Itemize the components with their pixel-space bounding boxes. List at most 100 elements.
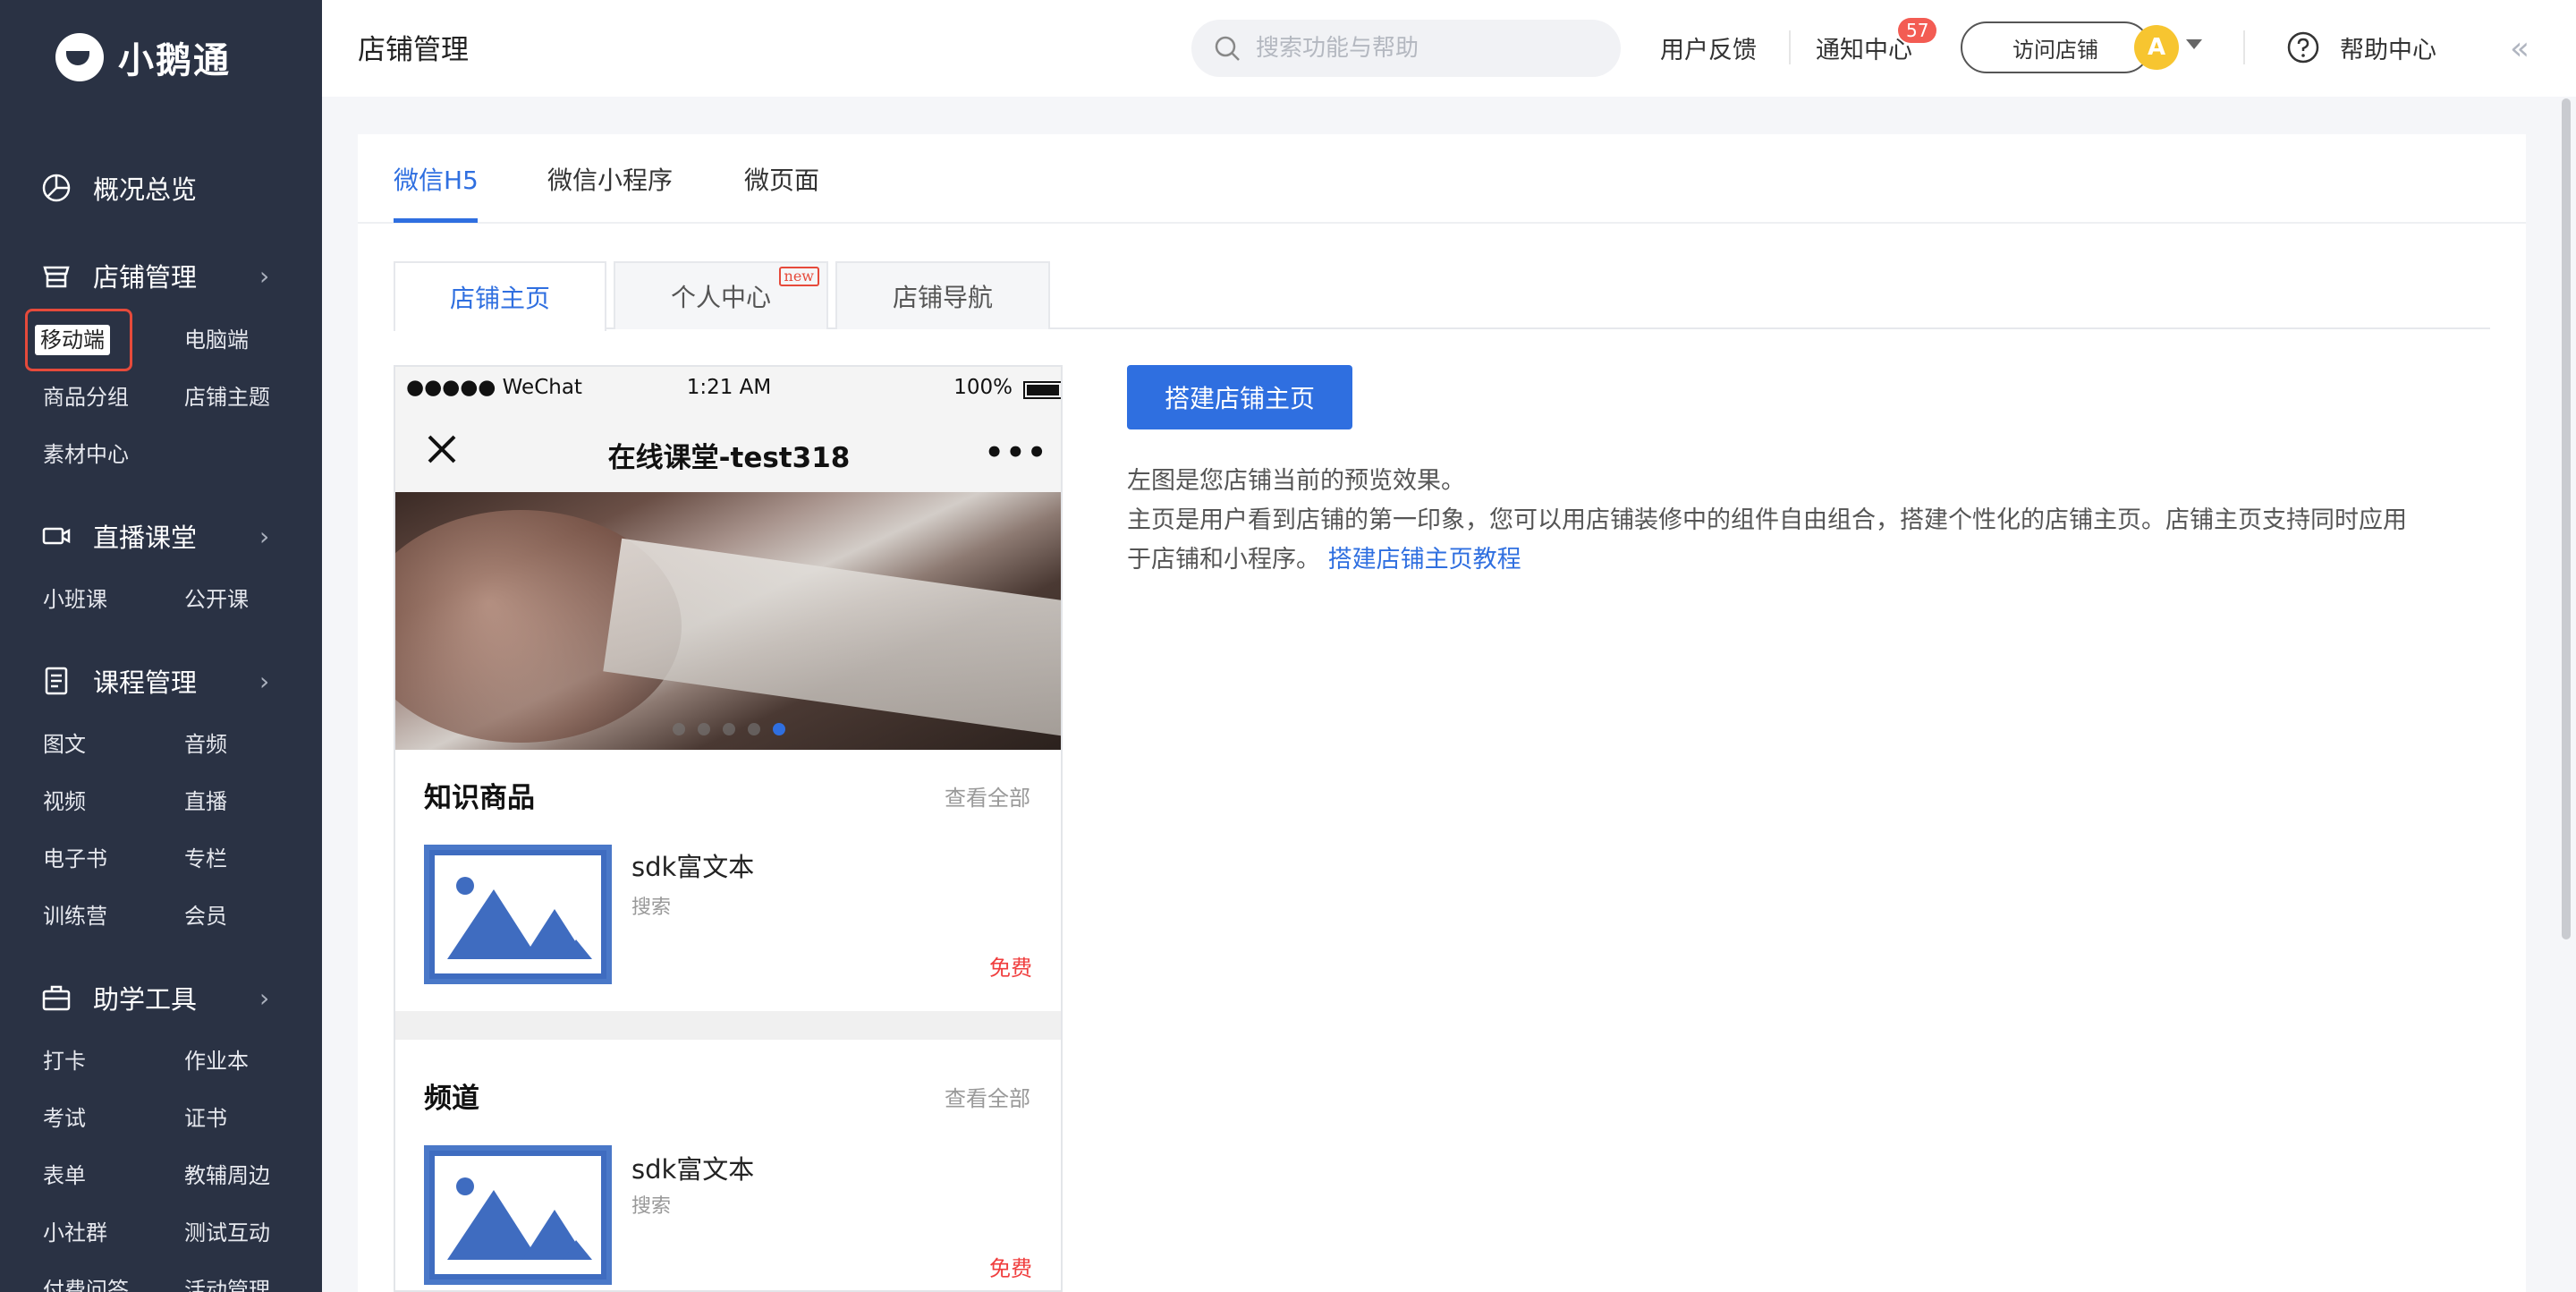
sidebar-item-small-class[interactable]: 小班课	[43, 584, 107, 615]
sidebar-item-membership[interactable]: 会员	[184, 901, 227, 931]
camera-icon	[41, 521, 72, 551]
notification-center-link[interactable]: 通知中心	[1816, 30, 1912, 65]
notification-badge: 57	[1898, 18, 1937, 43]
help-center-link[interactable]: 帮助中心	[2340, 30, 2436, 65]
chevron-right-icon: ›	[259, 521, 270, 551]
top-bar: 店铺管理 用户反馈 通知中心 57 访问店铺 A 帮助中心 «	[322, 0, 2576, 97]
help-icon[interactable]	[2286, 30, 2320, 64]
tutorial-link[interactable]: 搭建店铺主页教程	[1328, 546, 1521, 574]
carousel-dot	[748, 723, 760, 735]
caret-down-icon[interactable]	[2186, 39, 2202, 49]
banner-decor	[603, 538, 1061, 742]
sidebar: 小鹅通 概况总览 店铺管理 › 移动端 电脑端 商品分组 店铺主题 素材中心 直…	[0, 0, 322, 1292]
subtab-store-nav[interactable]: 店铺导航	[835, 261, 1050, 329]
toolbox-icon	[41, 982, 72, 1013]
visit-store-button[interactable]: 访问店铺	[1961, 21, 2150, 73]
see-all-link: 查看全部	[945, 786, 1030, 811]
carousel-dot-active	[773, 723, 785, 735]
sidebar-item-homework[interactable]: 作业本	[184, 1046, 249, 1076]
nav-live-classroom[interactable]: 直播课堂 ›	[0, 509, 322, 563]
more-icon: •••	[984, 435, 1048, 471]
nav-store-management[interactable]: 店铺管理 ›	[0, 249, 322, 302]
sidebar-item-checkin[interactable]: 打卡	[43, 1046, 86, 1076]
pie-chart-icon	[41, 173, 72, 203]
sidebar-item-pc[interactable]: 电脑端	[184, 325, 249, 355]
subtab-personal-center[interactable]: 个人中心 new	[614, 261, 828, 329]
phone-preview: ●●●●● WeChat 1:21 AM 100% 在线课堂-test318 •…	[394, 365, 1063, 1292]
sidebar-item-column[interactable]: 专栏	[184, 844, 227, 874]
search-box[interactable]	[1191, 20, 1621, 77]
section-divider	[395, 1011, 1061, 1040]
section-title: 频道	[424, 1083, 479, 1115]
product-thumbnail	[424, 845, 612, 984]
section-title: 知识商品	[424, 782, 535, 814]
chevron-right-icon: ›	[259, 666, 270, 696]
sidebar-item-community[interactable]: 小社群	[43, 1218, 107, 1248]
build-homepage-button[interactable]: 搭建店铺主页	[1127, 365, 1352, 429]
product-subtitle: 搜索	[631, 1195, 672, 1218]
nav-learning-tools[interactable]: 助学工具 ›	[0, 971, 322, 1024]
homepage-description-tail: 于店铺和小程序。	[1127, 546, 1320, 574]
sidebar-item-live[interactable]: 直播	[184, 786, 227, 817]
sidebar-item-camp[interactable]: 训练营	[43, 901, 107, 931]
app-name: 小鹅通	[118, 40, 231, 81]
preview-page-title: 在线课堂-test318	[607, 442, 851, 474]
carousel-dot	[673, 723, 685, 735]
search-icon	[1211, 32, 1243, 64]
carousel-dot	[723, 723, 735, 735]
sidebar-item-store-theme[interactable]: 店铺主题	[184, 382, 270, 412]
sidebar-item-exam[interactable]: 考试	[43, 1103, 86, 1134]
collapse-icon[interactable]: «	[2510, 30, 2529, 67]
sidebar-item-quiz[interactable]: 测试互动	[184, 1218, 270, 1248]
preview-description: 左图是您店铺当前的预览效果。	[1127, 467, 1465, 495]
chevron-right-icon: ›	[259, 982, 270, 1013]
search-input[interactable]	[1256, 35, 1596, 62]
nav-learning-tools-label: 助学工具	[93, 984, 198, 1015]
product-price: 免费	[989, 956, 1032, 981]
nav-course-management-label: 课程管理	[93, 667, 198, 698]
page-scrollbar[interactable]	[2562, 98, 2571, 939]
sidebar-item-paid-qa[interactable]: 付费问答	[43, 1275, 129, 1292]
sidebar-item-audio[interactable]: 音频	[184, 729, 227, 760]
store-icon	[41, 260, 72, 291]
product-subtitle: 搜索	[631, 897, 672, 919]
sidebar-item-open-class[interactable]: 公开课	[184, 584, 249, 615]
feedback-link[interactable]: 用户反馈	[1660, 30, 1757, 65]
sidebar-item-assets[interactable]: 素材中心	[43, 439, 129, 470]
product-thumbnail	[424, 1145, 612, 1285]
sidebar-item-activities[interactable]: 活动管理	[184, 1275, 270, 1292]
subtab-personal-center-label: 个人中心	[670, 283, 771, 312]
sidebar-item-ebook[interactable]: 电子书	[43, 844, 107, 874]
sidebar-item-mobile[interactable]: 移动端	[25, 309, 132, 371]
divider	[1789, 30, 1791, 64]
sidebar-item-product-groups[interactable]: 商品分组	[43, 382, 129, 412]
subtab-store-home[interactable]: 店铺主页	[394, 261, 606, 331]
nav-overview-label: 概况总览	[93, 174, 198, 205]
active-tab-indicator	[394, 218, 478, 223]
nav-course-management[interactable]: 课程管理 ›	[0, 654, 322, 708]
channel-tabs: 微信H5 微信小程序 微页面	[358, 134, 2526, 224]
avatar[interactable]: A	[2134, 25, 2179, 70]
nav-live-classroom-label: 直播课堂	[93, 523, 198, 553]
sidebar-item-video[interactable]: 视频	[43, 786, 86, 817]
tab-micro-page[interactable]: 微页面	[744, 161, 819, 197]
app-logo[interactable]: 小鹅通	[55, 32, 231, 82]
tab-wechat-miniprogram[interactable]: 微信小程序	[547, 161, 673, 197]
see-all-link: 查看全部	[945, 1086, 1030, 1111]
product-title: sdk富文本	[631, 1154, 755, 1185]
sidebar-item-certificate[interactable]: 证书	[184, 1103, 227, 1134]
sidebar-item-materials[interactable]: 教辅周边	[184, 1160, 270, 1191]
sidebar-item-form[interactable]: 表单	[43, 1160, 86, 1191]
nav-store-management-label: 店铺管理	[93, 262, 198, 293]
carousel-dots	[395, 723, 1061, 735]
phone-status-bar: ●●●●● WeChat 1:21 AM 100%	[395, 367, 1061, 412]
wechat-nav-bar: 在线课堂-test318 •••	[395, 412, 1061, 492]
new-tag: new	[778, 267, 819, 286]
tab-wechat-h5[interactable]: 微信H5	[394, 161, 479, 197]
battery-icon	[1023, 381, 1061, 399]
page-title: 店铺管理	[358, 34, 469, 66]
homepage-description: 主页是用户看到店铺的第一印象，您可以用店铺装修中的组件自由组合，搭建个性化的店铺…	[1127, 506, 2407, 534]
sidebar-item-article[interactable]: 图文	[43, 729, 86, 760]
product-title: sdk富文本	[631, 852, 755, 882]
nav-overview[interactable]: 概况总览	[0, 161, 322, 215]
